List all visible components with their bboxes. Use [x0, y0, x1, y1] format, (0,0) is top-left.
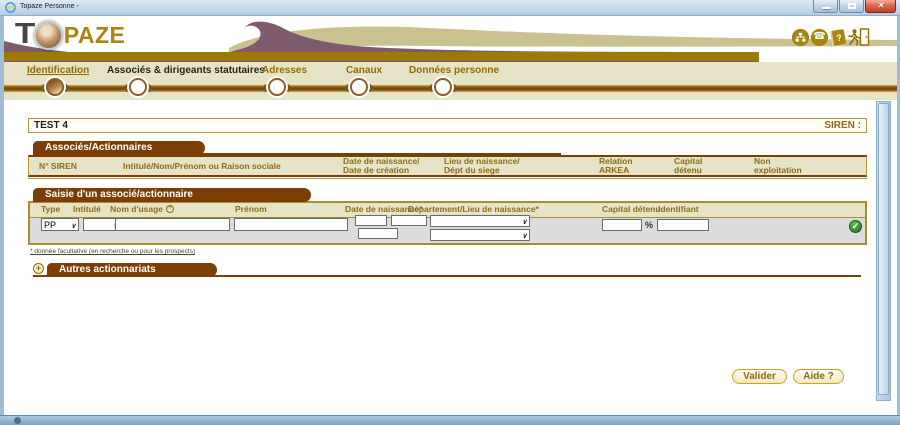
- validate-check-icon[interactable]: [849, 220, 862, 233]
- chevron-down-icon: [522, 216, 527, 226]
- lieu-naissance-select[interactable]: [430, 229, 530, 241]
- footnote-link[interactable]: * donnée facultative (en recherche ou po…: [30, 248, 195, 255]
- record-bar: TEST 4 SIREN :: [28, 118, 867, 133]
- window-title: Topaze Personne -: [20, 3, 79, 10]
- exit-icon[interactable]: [848, 28, 870, 46]
- aide-button[interactable]: Aide ?: [793, 369, 844, 384]
- date-annee-input[interactable]: [358, 228, 398, 239]
- date-mois-input[interactable]: [391, 215, 427, 226]
- identifiant-input[interactable]: [657, 219, 709, 231]
- header-waves-decoration: [4, 15, 897, 62]
- column-siren: N° SIREN: [39, 157, 77, 175]
- prenom-input[interactable]: [234, 218, 348, 231]
- nom-usage-input[interactable]: [115, 218, 230, 231]
- column-capital-detenu: Capitaldétenu: [674, 157, 702, 175]
- nav-donnees-personne[interactable]: Données personne: [409, 65, 499, 76]
- maximize-button[interactable]: [839, 0, 864, 13]
- step-circle-identification[interactable]: [46, 78, 64, 96]
- column-lieu-naissance: Lieu de naissance/Dépt du siege: [444, 157, 520, 175]
- phone-icon[interactable]: ☎: [811, 29, 828, 46]
- column-non-exploitation: Nonexploitation: [754, 157, 802, 175]
- scrollbar-thumb[interactable]: [878, 103, 889, 395]
- column-date-naissance: Date de naissance/Date de création: [343, 157, 420, 175]
- label-type: Type: [41, 204, 60, 214]
- topaze-logo: T PAZE: [16, 18, 125, 51]
- step-circle-adresses[interactable]: [268, 78, 286, 96]
- nav-canaux[interactable]: Canaux: [346, 65, 382, 76]
- label-nom-usage: Nom d'usage: [110, 204, 174, 214]
- org-chart-icon[interactable]: [792, 29, 809, 46]
- help-book-icon[interactable]: [830, 28, 846, 45]
- label-prenom: Prénom: [235, 204, 267, 214]
- logo-text: PAZE: [64, 22, 126, 49]
- associes-table-header: N° SIREN Intitulé/Nom/Prénom ou Raison s…: [28, 155, 867, 177]
- status-icon: [14, 417, 21, 424]
- step-navigation: Identification Associés & dirigeants sta…: [4, 62, 897, 100]
- chevron-down-icon: [522, 230, 527, 240]
- nom-usage-plus-icon[interactable]: [166, 205, 174, 213]
- type-select[interactable]: PP: [41, 218, 79, 231]
- logo-photo-circle: [34, 21, 63, 50]
- section-autres-actionnariats[interactable]: Autres actionnariats: [47, 263, 217, 277]
- header-toolbar: ☎: [792, 28, 870, 46]
- siren-label: SIREN :: [824, 120, 861, 131]
- window-titlebar[interactable]: Topaze Personne -: [0, 0, 900, 16]
- nav-identification[interactable]: Identification: [27, 65, 89, 76]
- label-identifiant: Identifiant: [658, 204, 699, 214]
- expand-autres-icon[interactable]: [33, 263, 44, 274]
- vertical-scrollbar[interactable]: [876, 101, 891, 401]
- step-circle-canaux[interactable]: [350, 78, 368, 96]
- window-bottom-frame: [0, 415, 900, 425]
- label-departement: Département/Lieu de naissance*: [408, 204, 539, 214]
- minimize-button[interactable]: [813, 0, 838, 13]
- column-intitule: Intitulé/Nom/Prénom ou Raison sociale: [123, 157, 281, 175]
- chevron-down-icon: [71, 220, 76, 230]
- label-intitule: Intitulé: [73, 204, 101, 214]
- nav-adresses[interactable]: Adresses: [262, 65, 307, 76]
- step-circle-associes[interactable]: [129, 78, 147, 96]
- column-relation-arkea: RelationARKEA: [599, 157, 633, 175]
- date-jour-input[interactable]: [355, 215, 387, 226]
- capital-detenu-input[interactable]: [602, 219, 642, 231]
- minimize-icon: [822, 7, 831, 9]
- departement-select[interactable]: [430, 215, 530, 227]
- record-name: TEST 4: [34, 120, 68, 131]
- close-button[interactable]: [865, 0, 896, 13]
- window-controls: [813, 0, 896, 13]
- section-associes-actionnaires: Associés/Actionnaires: [33, 141, 205, 155]
- valider-button[interactable]: Valider: [732, 369, 787, 384]
- section-saisie-associe: Saisie d'un associé/actionnaire: [33, 188, 311, 202]
- nav-associes-dirigeants: Associés & dirigeants statutaires: [107, 65, 265, 76]
- app-header: T PAZE ☎: [4, 15, 897, 62]
- step-circle-donnees[interactable]: [434, 78, 452, 96]
- app-page: T PAZE ☎: [4, 15, 897, 415]
- maximize-icon: [848, 3, 856, 9]
- label-capital-detenu: Capital détenu: [602, 204, 661, 214]
- logo-letter-t: T: [15, 18, 33, 51]
- percent-label: %: [645, 220, 653, 230]
- ie-icon: [5, 2, 16, 13]
- close-icon: [866, 0, 895, 12]
